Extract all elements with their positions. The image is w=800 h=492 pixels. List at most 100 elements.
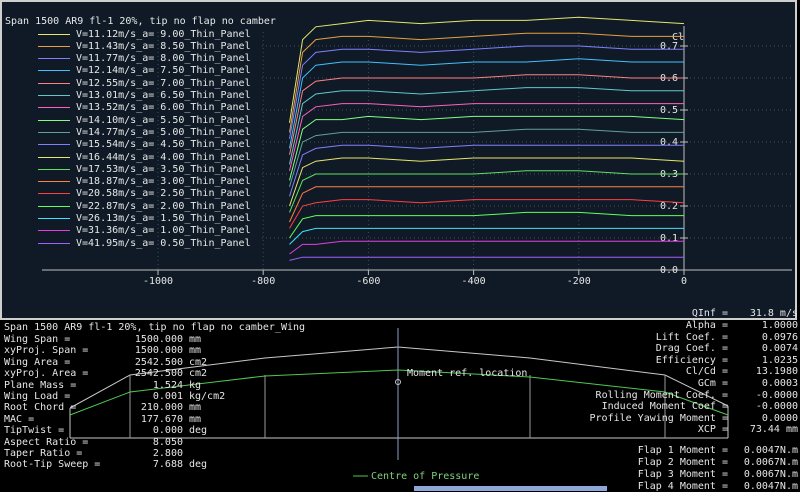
property-value: 1500.000	[134, 334, 183, 345]
legend-item: V=13.01m/s_a= 6.50_Thin_Panel	[38, 90, 251, 102]
legend-item: V=18.87m/s_a= 3.00_Thin_Panel	[38, 176, 251, 188]
series-line	[289, 74, 684, 155]
wing-view-panel[interactable]: Span 1500 AR9 fl-1 20%, tip no flap no c…	[0, 308, 800, 492]
series-line	[289, 157, 685, 207]
property-value: 2.800	[152, 448, 183, 459]
graph-title: Span 1500 AR9 fl-1 20%, tip no flap no c…	[5, 16, 276, 27]
property-label: Wing Span =	[4, 334, 71, 345]
property-value: 177.670	[140, 413, 183, 425]
result-label: Rolling Moment Coef. =	[595, 389, 728, 401]
series-line	[289, 103, 684, 171]
result-label: Flap 3 Moment =	[637, 469, 728, 480]
property-label: Root Chord =	[4, 402, 77, 414]
legend-label: V=13.01m/s_a= 6.50_Thin_Panel	[76, 90, 251, 101]
result-label: Cl/Cd =	[685, 366, 728, 378]
legend-label: V=14.10m/s_a= 5.50_Thin_Panel	[76, 114, 251, 126]
legend-item: V=14.10m/s_a= 5.50_Thin_Panel	[38, 114, 251, 126]
result-value: -0.0000	[755, 389, 798, 401]
result-label: GCm =	[697, 378, 728, 389]
result-label: Flap 2 Moment =	[637, 457, 728, 468]
legend-swatch	[38, 156, 70, 158]
series-line	[289, 227, 684, 245]
property-unit: deg	[189, 425, 208, 437]
result-value: 73.44 mm	[749, 424, 798, 436]
legend-label: V=22.87m/s_a= 2.00_Thin_Panel	[76, 200, 251, 212]
property-unit: mm	[189, 413, 202, 425]
result-value: 1.0000	[761, 320, 798, 331]
y-axis-name: Cl	[672, 32, 684, 43]
property-label: Plane Mass =	[4, 379, 77, 391]
result-value: 0.0047N.m	[743, 445, 798, 456]
y-tick-label: 0.5	[660, 105, 678, 116]
series-line	[289, 256, 684, 261]
legend-swatch	[38, 119, 70, 121]
property-unit: deg	[189, 459, 208, 471]
result-label: Efficiency =	[655, 354, 728, 366]
property-unit: cm2	[189, 356, 208, 368]
property-unit: cm2	[189, 368, 208, 380]
result-value: 0.0976	[761, 331, 798, 343]
legend-swatch	[38, 95, 70, 96]
legend-swatch	[38, 144, 70, 146]
property-label: Wing Load =	[4, 391, 71, 402]
legend-label: V=11.12m/s_a= 9.00_Thin_Panel	[76, 28, 251, 40]
property-value: 1500.000	[134, 345, 183, 357]
series-line	[289, 186, 684, 223]
legend-swatch	[38, 193, 70, 195]
legend-item: V=13.52m/s_a= 6.00_Thin_Panel	[38, 102, 251, 114]
property-unit: mm	[189, 334, 202, 345]
series-line	[289, 240, 684, 255]
legend-item: V=17.53m/s_a= 3.50_Thin_Panel	[38, 163, 251, 175]
y-tick-label: 0.4	[660, 137, 678, 148]
property-unit: mm	[189, 345, 202, 357]
legend-label: V=12.55m/s_a= 7.00_Thin_Panel	[76, 77, 251, 89]
result-value: 0.0047N.m	[743, 481, 798, 492]
result-label: Profile Yawing Moment =	[589, 412, 728, 424]
legend-swatch	[38, 242, 70, 244]
legend-label: V=11.77m/s_a= 8.00_Thin_Panel	[76, 53, 251, 65]
status-strip	[414, 486, 607, 491]
result-value: 31.8 m/s	[749, 308, 798, 319]
legend-swatch	[38, 205, 70, 207]
legend-item: V=31.36m/s_a= 1.00_Thin_Panel	[38, 225, 251, 237]
legend-label: V=11.43m/s_a= 8.50_Thin_Panel	[76, 40, 251, 52]
legend-swatch	[38, 107, 70, 109]
legend-swatch	[38, 181, 70, 183]
result-value: 13.1980	[755, 366, 798, 378]
result-label: Induced Moment Coef =	[601, 401, 728, 413]
legend-label: V=20.58m/s_a= 2.50_Thin_Panel	[76, 188, 251, 200]
cl-distribution-graph[interactable]: -1000 -800 -600 -400 -200 0 0.0 0.1 0.2 0.3 0.4 0.5…	[0, 0, 797, 320]
result-label: Flap 1 Moment =	[637, 445, 728, 456]
property-unit: mm	[189, 402, 202, 414]
property-value: 2542.500	[134, 368, 183, 380]
legend-label: V=12.14m/s_a= 7.50_Thin_Panel	[76, 65, 251, 77]
property-label: Root-Tip Sweep =	[4, 459, 101, 471]
series-line	[289, 16, 685, 123]
legend-item: V=14.77m/s_a= 5.00_Thin_Panel	[38, 126, 251, 138]
legend-item: V=11.77m/s_a= 8.00_Thin_Panel	[38, 53, 251, 65]
legend-label: V=41.95m/s_a= 0.50_Thin_Panel	[76, 237, 251, 249]
legend-swatch	[38, 218, 70, 219]
legend-label: V=17.53m/s_a= 3.50_Thin_Panel	[76, 163, 251, 175]
property-value: 8.050	[152, 436, 183, 448]
property-unit: kg	[189, 379, 202, 391]
series-line	[289, 45, 684, 139]
x-tick-label: -800	[251, 276, 275, 287]
result-value: 0.0067N.m	[743, 457, 798, 468]
result-value: 1.0235	[761, 354, 798, 366]
legend-item: V=20.58m/s_a= 2.50_Thin_Panel	[38, 188, 251, 200]
property-value: 1.524	[152, 379, 183, 391]
legend-item: V=41.95m/s_a= 0.50_Thin_Panel	[38, 237, 251, 249]
x-tick-label: -600	[356, 276, 380, 287]
series-line	[289, 199, 685, 229]
result-label: Drag Coef. =	[655, 343, 728, 355]
legend-item: V=11.12m/s_a= 9.00_Thin_Panel	[38, 28, 251, 40]
series-line	[289, 211, 684, 239]
legend-swatch	[38, 33, 70, 35]
legend-label: V=14.77m/s_a= 5.00_Thin_Panel	[76, 126, 251, 138]
legend-label: V=13.52m/s_a= 6.00_Thin_Panel	[76, 102, 251, 114]
x-tick-label: -200	[567, 276, 591, 287]
result-value: 0.0067N.m	[743, 469, 798, 480]
property-value: 2542.500	[134, 356, 183, 368]
legend-swatch	[38, 45, 70, 47]
